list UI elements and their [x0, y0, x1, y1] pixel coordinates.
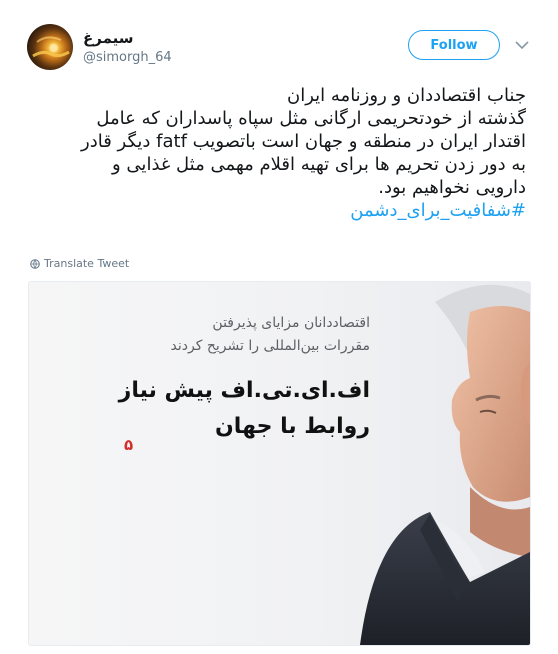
chevron-down-icon[interactable]	[514, 38, 530, 52]
hashtag-link[interactable]: #شفافیت_برای_دشمن	[30, 199, 526, 222]
tweet-line: به دور زدن تحریم ها برای تهیه اقلام مهمی…	[112, 154, 526, 175]
author-handle[interactable]: @simorgh_64	[83, 50, 172, 65]
media-page-number: ۵	[124, 436, 134, 454]
tweet-media-image[interactable]: اقتصاددانان مزایای پذیرفتن مقررات بین‌ال…	[28, 281, 531, 646]
tweet-line: جناب اقتصاددان و روزنامه ایران	[287, 85, 526, 106]
tweet-line: گذشته از خودتحریمی ارگانی مثل سپاه پاسدا…	[96, 108, 526, 129]
translate-label: Translate Tweet	[44, 257, 130, 270]
tweet-text: جناب اقتصاددان و روزنامه ایران گذشته از …	[30, 84, 526, 222]
follow-button[interactable]: Follow	[408, 30, 500, 60]
person-photo	[360, 284, 530, 645]
translate-tweet-link[interactable]: Translate Tweet	[30, 257, 129, 270]
author-display-name[interactable]: سیمرغ	[83, 29, 134, 47]
tweet-card: سیمرغ @simorgh_64 Follow جناب اقتصاددان …	[0, 0, 558, 654]
globe-icon	[30, 258, 40, 269]
avatar[interactable]	[27, 24, 73, 70]
tweet-line: اقتدار ایران در منطقه و جهان است باتصویب…	[81, 131, 526, 152]
tweet-line: دارویی نخواهیم بود.	[378, 177, 526, 198]
avatar-image	[32, 36, 70, 58]
